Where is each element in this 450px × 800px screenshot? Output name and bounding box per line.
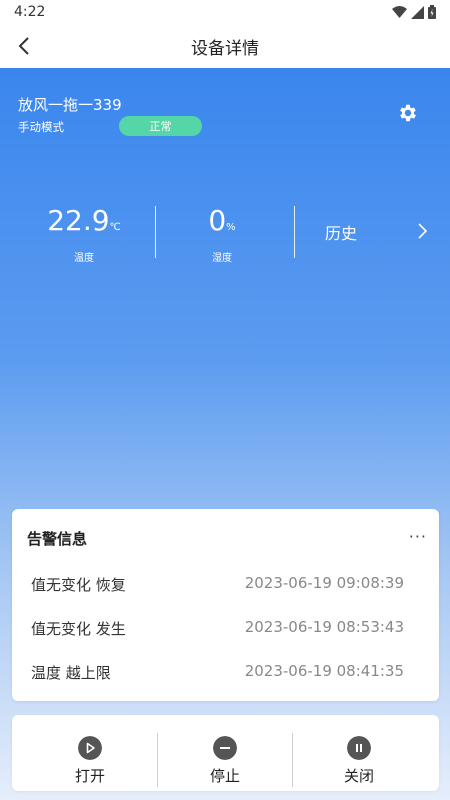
battery-icon <box>428 5 436 19</box>
humidity-metric: 0% 湿度 <box>162 204 282 264</box>
more-icon[interactable]: ··· <box>409 527 427 546</box>
chevron-left-icon <box>18 37 29 55</box>
alert-text: 值无变化 恢复 <box>31 576 126 594</box>
stop-button[interactable]: 停止 <box>158 715 292 791</box>
alert-item[interactable]: 值无变化 恢复 2023-06-19 09:08:39 <box>12 564 439 604</box>
page-title: 设备详情 <box>191 38 259 59</box>
alert-item[interactable]: 值无变化 发生 2023-06-19 08:53:43 <box>12 608 439 648</box>
alert-card: 告警信息 ··· 值无变化 恢复 2023-06-19 09:08:39 值无变… <box>12 509 439 701</box>
gear-icon[interactable] <box>397 102 419 124</box>
temperature-label: 温度 <box>74 253 94 264</box>
history-label: 历史 <box>325 224 358 243</box>
humidity-unit: % <box>226 222 236 233</box>
signal-icon <box>411 5 424 19</box>
status-icons <box>392 5 436 19</box>
play-icon <box>78 736 102 760</box>
humidity-value: 0 <box>208 204 227 237</box>
status-bar: 4:22 <box>0 0 450 24</box>
back-button[interactable] <box>10 32 38 60</box>
temperature-value: 22.9 <box>47 204 110 237</box>
stop-label: 停止 <box>209 767 240 785</box>
open-button[interactable]: 打开 <box>23 715 157 791</box>
alert-time: 2023-06-19 09:08:39 <box>244 574 404 592</box>
device-name: 放风一拖一339 <box>18 96 122 114</box>
alert-time: 2023-06-19 08:53:43 <box>244 618 404 636</box>
wifi-icon <box>392 6 407 18</box>
alert-item[interactable]: 温度 越上限 2023-06-19 08:41:35 <box>12 652 439 692</box>
minus-circle-icon <box>213 736 237 760</box>
temperature-metric: 22.9℃ 温度 <box>24 204 144 264</box>
alert-text: 值无变化 发生 <box>31 620 126 638</box>
open-label: 打开 <box>74 767 105 785</box>
alert-title: 告警信息 <box>27 530 88 548</box>
device-mode: 手动模式 <box>18 120 64 134</box>
app-bar: 设备详情 <box>0 24 450 68</box>
close-label: 关闭 <box>343 767 374 785</box>
metrics-row: 22.9℃ 温度 0% 湿度 历史 <box>0 204 450 264</box>
metric-divider <box>155 206 156 258</box>
status-badge: 正常 <box>119 116 202 136</box>
control-card: 打开 停止 关闭 <box>12 715 439 791</box>
chevron-right-icon <box>418 223 428 239</box>
metric-divider <box>294 206 295 258</box>
temperature-unit: ℃ <box>109 222 121 233</box>
alert-time: 2023-06-19 08:41:35 <box>244 662 404 680</box>
history-button[interactable]: 历史 <box>306 204 440 258</box>
humidity-label: 湿度 <box>212 253 232 264</box>
clock: 4:22 <box>14 4 46 20</box>
alert-text: 温度 越上限 <box>31 664 111 682</box>
close-button[interactable]: 关闭 <box>292 715 426 791</box>
pause-icon <box>347 736 371 760</box>
